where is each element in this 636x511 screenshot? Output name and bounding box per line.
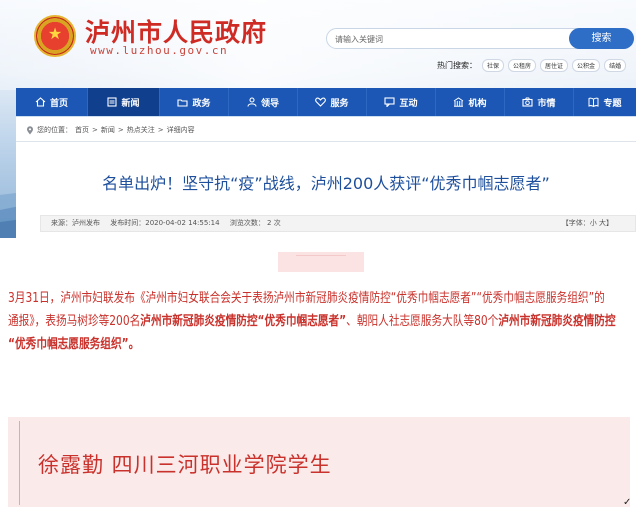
home-icon (35, 97, 46, 107)
volunteer-name: 徐露勤 四川三河职业学院学生 (38, 453, 332, 477)
nav-item-affairs[interactable]: 政务 (160, 88, 229, 116)
nav-item-topics[interactable]: 专题 (574, 88, 636, 116)
card-accent-line (19, 421, 20, 505)
highlight-text: “优秀巾帼志愿服务组织”。 (8, 337, 140, 352)
nav-label: 新闻 (121, 98, 140, 109)
paragraph-text: 、朝阳人社志愿服务大队等80个 (346, 314, 499, 329)
breadcrumb-current: 详细内容 (166, 126, 195, 134)
font-size-control[interactable]: 【字体：小 大】 (562, 216, 613, 231)
building-icon (454, 97, 464, 107)
nav-label: 互动 (399, 98, 418, 109)
view-count: 浏览次数： 2 次 (229, 219, 281, 227)
nav-item-institutions[interactable]: 机构 (436, 88, 505, 116)
national-emblem-logo (34, 15, 76, 57)
nav-label: 服务 (330, 98, 349, 109)
nav-item-interaction[interactable]: 互动 (367, 88, 436, 116)
breadcrumb-prefix: 您的位置： (37, 126, 72, 134)
breadcrumb: 您的位置： 首页 > 新闻 > 热点关注 > 详细内容 (26, 125, 198, 135)
nav-item-leaders[interactable]: 领导 (229, 88, 298, 116)
paragraph-line: 3月31日，泸州市妇联发布《泸州市妇女联合会关于表扬泸州市新冠肺炎疫情防控“优秀… (8, 291, 605, 306)
volunteer-name-card: 徐露勤 四川三河职业学院学生 (8, 417, 630, 507)
site-domain: www.luzhou.gov.cn (90, 44, 229, 57)
hot-search-label: 热门搜索： (437, 61, 477, 70)
hot-search: 热门搜索： 社保 公租房 居住证 公积金 结婚 (437, 59, 630, 72)
news-icon (107, 97, 118, 107)
decorative-strip (278, 252, 364, 272)
article-paragraph: 3月31日，泸州市妇联发布《泸州市妇女联合会关于表扬泸州市新冠肺炎疫情防控“优秀… (8, 287, 628, 356)
breadcrumb-separator: > (92, 126, 98, 134)
camera-icon (522, 97, 534, 107)
person-icon (247, 97, 257, 107)
paragraph-text: 通报》，表扬马树珍等200名 (8, 314, 141, 329)
book-icon (588, 97, 599, 107)
article-panel: 您的位置： 首页 > 新闻 > 热点关注 > 详细内容 名单出炉！坚守抗“疫”战… (16, 117, 636, 238)
heart-icon (315, 97, 327, 107)
article-title: 名单出炉！坚守抗“疫”战线，泸州200人获评“优秀巾帼志愿者” (102, 174, 550, 193)
nav-label: 市情 (537, 98, 556, 109)
divider (16, 141, 636, 142)
nav-item-services[interactable]: 服务 (298, 88, 367, 116)
nav-label: 专题 (603, 98, 622, 109)
nav-label: 领导 (260, 98, 279, 109)
search-input[interactable] (335, 31, 565, 47)
search-button[interactable]: 搜索 (569, 28, 634, 49)
article-body: 3月31日，泸州市妇联发布《泸州市妇女联合会关于表扬泸州市新冠肺炎疫情防控“优秀… (0, 238, 636, 511)
breadcrumb-separator: > (157, 126, 164, 134)
hot-tag[interactable]: 公积金 (572, 59, 601, 72)
highlight-text: 泸州市新冠肺炎疫情防控“优秀巾帼志愿者” (140, 314, 347, 329)
chat-icon (384, 97, 396, 107)
breadcrumb-hot-topics[interactable]: 热点关注 (127, 125, 155, 135)
article-meta: 来源：泸州发布 发布时间：2020-04-02 14:55:14 浏览次数： 2… (40, 215, 636, 232)
nav-item-news[interactable]: 新闻 (88, 88, 160, 116)
nav-label: 政务 (192, 98, 211, 109)
highlight-text: 泸州市新冠肺炎疫情防控 (498, 314, 616, 329)
breadcrumb-home[interactable]: 首页 (75, 125, 89, 135)
article-source: 来源：泸州发布 (51, 219, 100, 227)
hot-tag[interactable]: 居住证 (540, 59, 569, 72)
breadcrumb-news[interactable]: 新闻 (101, 125, 115, 135)
hot-tag[interactable]: 社保 (482, 59, 505, 72)
publish-time: 发布时间：2020-04-02 14:55:14 (110, 219, 220, 227)
main-nav: 首页 新闻 政务 领导 服务 互动 机构 市情 专题 (16, 88, 636, 116)
breadcrumb-separator: > (117, 126, 124, 134)
hot-tag[interactable]: 公租房 (508, 59, 537, 72)
corner-mark: ✓ (623, 497, 632, 508)
nav-item-home[interactable]: 首页 (16, 88, 88, 116)
nav-label: 机构 (468, 98, 487, 109)
paragraph-line: 通报》，表扬马树珍等200名泸州市新冠肺炎疫情防控“优秀巾帼志愿者”、朝阳人社志… (8, 310, 616, 333)
hot-tag[interactable]: 结婚 (604, 59, 627, 72)
folder-icon (177, 98, 189, 107)
paragraph-line: “优秀巾帼志愿服务组织”。 (8, 333, 516, 356)
location-pin-icon (27, 125, 33, 134)
nav-label: 首页 (49, 98, 68, 109)
nav-item-city-info[interactable]: 市情 (505, 88, 574, 116)
